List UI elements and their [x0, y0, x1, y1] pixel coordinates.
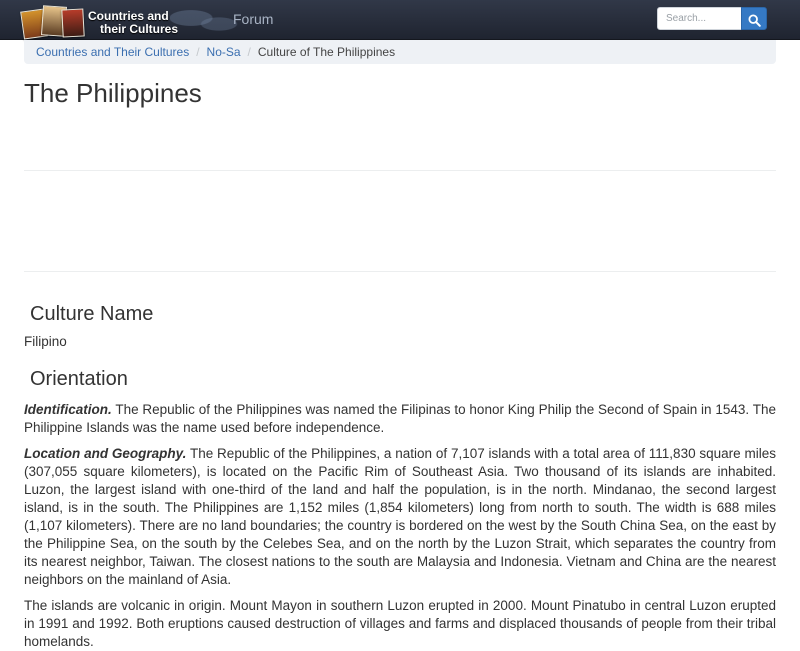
culture-name-text: Filipino [24, 334, 67, 349]
breadcrumb-link-no-sa[interactable]: No-Sa [207, 45, 241, 59]
top-navbar: Countries and their Cultures Forum [0, 0, 800, 40]
divider [24, 170, 776, 171]
paragraph-volcanic: The islands are volcanic in origin. Moun… [24, 598, 776, 649]
location-lead: Location and Geography. [24, 446, 187, 461]
breadcrumb-link-countries[interactable]: Countries and Their Cultures [36, 45, 189, 59]
location-text: The Republic of the Philippines, a natio… [24, 446, 777, 587]
nav-link-forum[interactable]: Forum [233, 11, 273, 27]
logo-image-tiles [20, 5, 86, 40]
site-name-line2: their Cultures [100, 22, 179, 36]
heading-culture-name: Culture Name [30, 303, 154, 325]
heading-orientation: Orientation [30, 368, 128, 390]
search-icon [747, 14, 761, 27]
logo-world-map [170, 6, 240, 36]
identification-text: The Republic of the Philippines was name… [24, 402, 776, 435]
logo-tile [61, 8, 85, 38]
breadcrumb-current: Culture of The Philippines [257, 45, 396, 59]
breadcrumb-separator: / [196, 45, 200, 59]
page-title: The Philippines [24, 78, 202, 108]
breadcrumb: Countries and Their Cultures / No-Sa / Cultu… [24, 40, 776, 64]
divider [24, 271, 776, 272]
search-input[interactable] [657, 7, 742, 30]
article-content: Culture Name Filipino Orientation Identi… [24, 300, 776, 651]
site-name: Countries and their Cultures [88, 10, 178, 36]
paragraph-identification: Identification. The Republic of the Phil… [24, 401, 776, 437]
search-button[interactable] [741, 7, 767, 30]
site-logo[interactable]: Countries and their Cultures [20, 2, 240, 40]
identification-lead: Identification. [24, 402, 112, 417]
breadcrumb-separator: / [247, 45, 251, 59]
paragraph-location: Location and Geography. The Republic of … [24, 445, 776, 589]
